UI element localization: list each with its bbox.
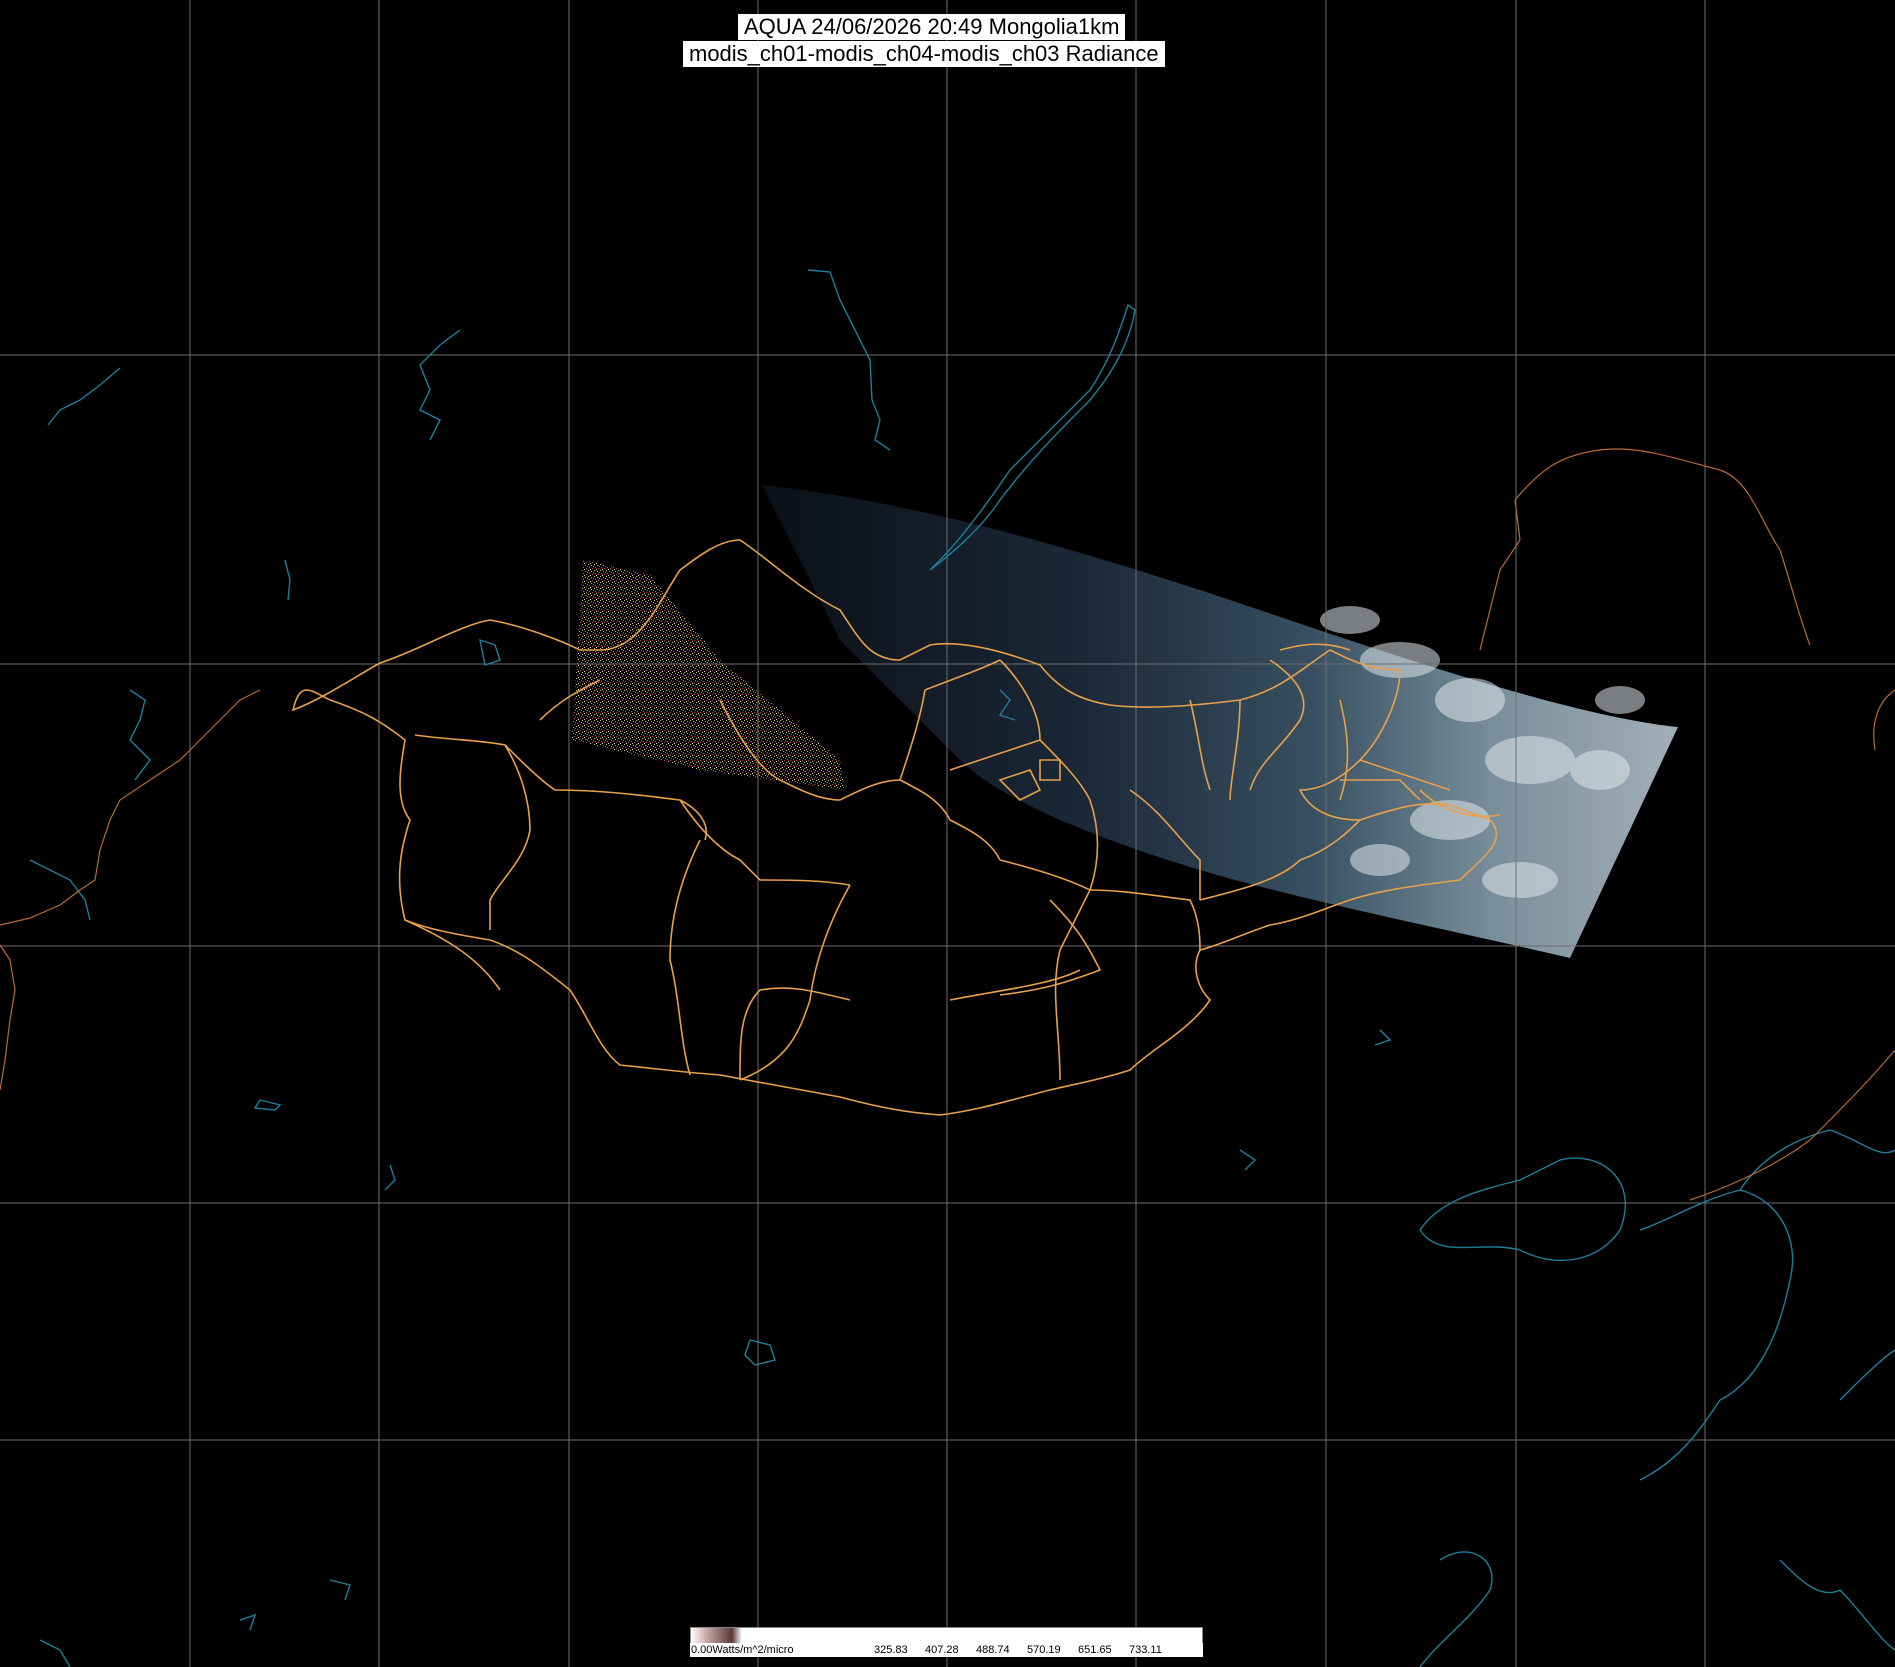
colorbar-labels: 0.00Watts/m^2/micro 325.83 407.28 488.74… [690,1643,1203,1657]
map-canvas [0,0,1895,1667]
noise-sector [572,560,845,790]
colorbar-gradient [690,1627,1203,1644]
colorbar-label-1: 325.83 [874,1644,908,1656]
coastlines [29,269,1895,1667]
colorbar-label-3: 488.74 [976,1644,1010,1656]
title-line-1: AQUA 24/06/2026 20:49 Mongolia1km [738,14,1126,40]
title-line-2: modis_ch01-modis_ch04-modis_ch03 Radianc… [683,41,1165,67]
colorbar-label-6: 733.11 [1129,1644,1162,1656]
colorbar-label-4: 570.19 [1027,1644,1061,1656]
radiance-colorbar: 0.00Watts/m^2/micro 325.83 407.28 488.74… [690,1627,1203,1657]
colorbar-label-2: 407.28 [925,1644,959,1656]
colorbar-label-0: 0.00Watts/m^2/micro [691,1644,794,1656]
colorbar-label-5: 651.65 [1078,1644,1112,1656]
